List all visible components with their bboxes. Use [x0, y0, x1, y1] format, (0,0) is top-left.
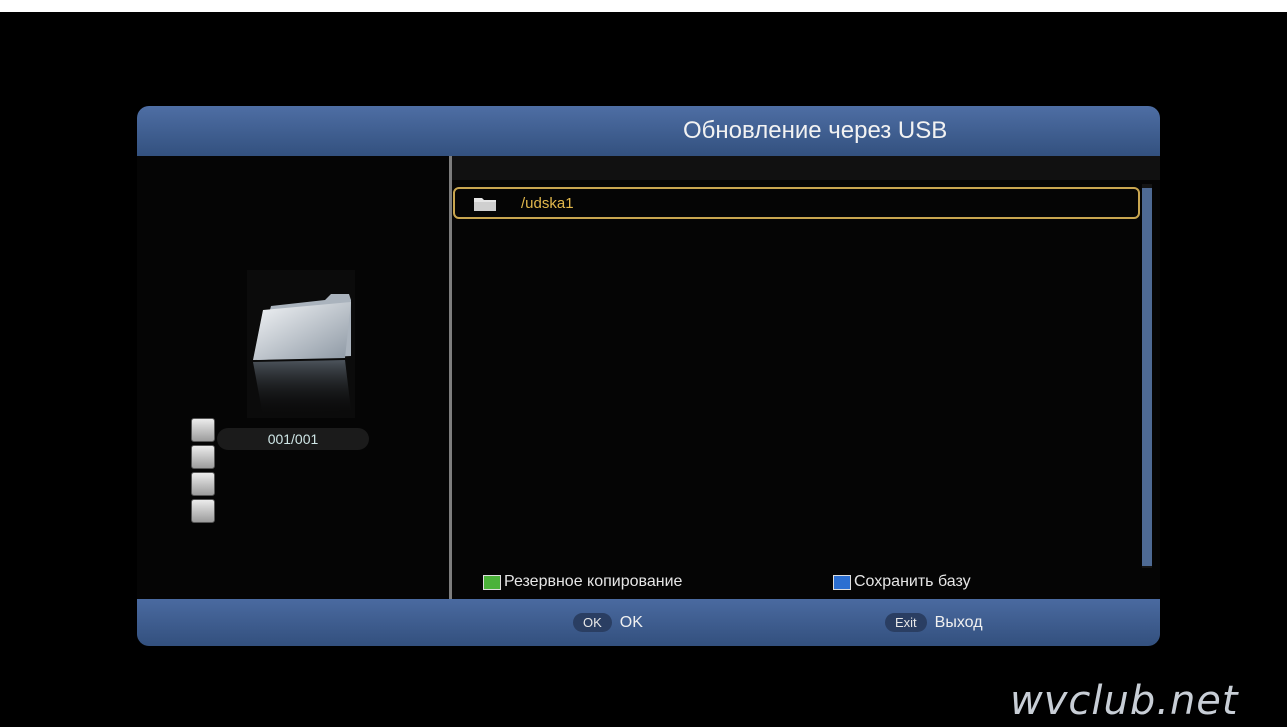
- title-bar: Обновление через USB: [137, 106, 1160, 156]
- ok-key-hint[interactable]: OK OK: [573, 613, 643, 632]
- blue-key-icon: [833, 574, 851, 590]
- list-header-strip: [452, 156, 1160, 180]
- ok-key: OK: [573, 613, 612, 632]
- scrollbar[interactable]: [1142, 184, 1152, 568]
- media-icon[interactable]: [191, 499, 215, 523]
- window-title: Обновление через USB: [683, 117, 948, 144]
- green-key-icon: [483, 574, 501, 590]
- item-counter: 001/001: [217, 428, 369, 450]
- file-list-item-label: /udska1: [521, 195, 574, 212]
- exit-key-hint[interactable]: Exit Выход: [885, 613, 983, 632]
- exit-key-label: Выход: [934, 613, 983, 631]
- mail-icon[interactable]: [191, 418, 215, 442]
- scrollbar-thumb[interactable]: [1142, 188, 1152, 566]
- green-hint-label: Резервное копирование: [504, 573, 683, 590]
- file-list-item[interactable]: /udska1: [453, 187, 1140, 219]
- panel-divider: [449, 156, 452, 599]
- left-panel: 001/001: [137, 156, 449, 599]
- folder-preview-icon: [247, 270, 355, 418]
- blue-hint[interactable]: Сохранить базу: [833, 573, 971, 591]
- green-hint[interactable]: Резервное копирование: [483, 573, 682, 591]
- folder-icon: [473, 196, 497, 217]
- watermark-logo: wvclub.net: [1010, 678, 1239, 724]
- exit-key: Exit: [885, 613, 927, 632]
- user-icon[interactable]: [191, 445, 215, 469]
- bottom-bar: OK OK Exit Выход: [137, 599, 1160, 646]
- blue-hint-label: Сохранить базу: [854, 573, 971, 590]
- usb-update-window: Обновление через USB 001/001 /udska1 Рез…: [137, 106, 1160, 646]
- folder-small-icon[interactable]: [191, 472, 215, 496]
- ok-key-label: OK: [619, 613, 643, 631]
- top-border-strip: [0, 0, 1287, 12]
